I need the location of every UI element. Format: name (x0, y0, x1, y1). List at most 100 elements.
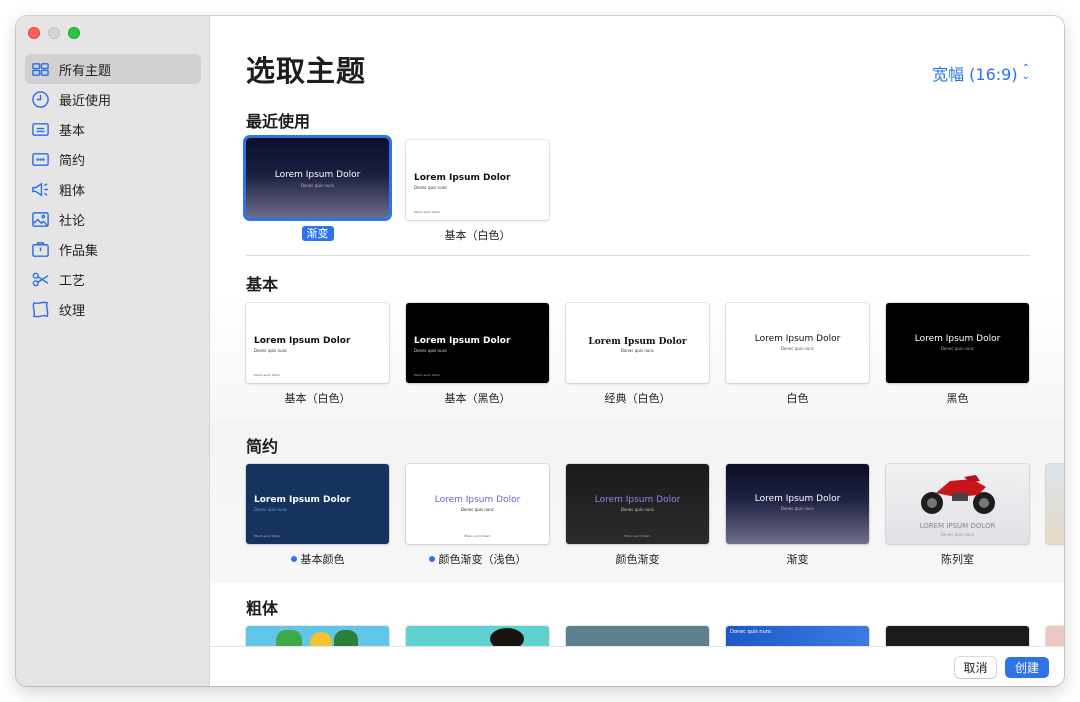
theme-thumbnail (566, 626, 709, 646)
thumb-title: Lorem Ipsum Dolor (414, 173, 511, 183)
sidebar-item-label: 作品集 (59, 243, 99, 259)
sidebar-item-all-themes[interactable]: 所有主题 (25, 54, 201, 84)
theme-label: 渐变 (786, 553, 809, 566)
theme-card-gradient[interactable]: Lorem Ipsum Dolor Donec quis nunc 渐变 (726, 464, 869, 567)
theme-label: 黑色 (946, 392, 969, 405)
rectangle-icon (30, 119, 50, 139)
thumb-footer: Etiam enim Diam (624, 534, 651, 538)
theme-label: 陈列室 (941, 553, 974, 566)
sidebar-item-minimal[interactable]: 简约 (25, 144, 201, 174)
theme-card-color-gradient[interactable]: Lorem Ipsum Dolor Donec quis nunc Etiam … (566, 464, 709, 567)
grid-icon (30, 59, 50, 79)
window-controls (28, 27, 80, 39)
zoom-window-button[interactable] (68, 27, 80, 39)
theme-thumbnail: Lorem Ipsum Dolor Donec quis nunc (246, 138, 389, 218)
sidebar-item-label: 粗体 (59, 183, 86, 199)
slide-size-popup[interactable]: 宽幅 (16:9) ⌃ ⌄ (932, 61, 1030, 85)
theme-thumbnail (406, 626, 549, 646)
theme-thumbnail: Donec quis nunc (726, 626, 869, 646)
thumb-subtitle: Donec quis nunc (620, 507, 655, 512)
theme-card-basic-black[interactable]: Lorem Ipsum Dolor Donec quis nunc Etiam … (406, 303, 549, 406)
footer-bar: 取消 创建 (210, 646, 1064, 686)
thumb-subtitle: Donec quis nunc (254, 348, 288, 353)
sidebar-item-editorial[interactable]: 社论 (25, 204, 201, 234)
theme-card-bold-partial[interactable] (1046, 626, 1064, 646)
section-title-basic: 基本 (246, 275, 279, 294)
thumb-title: Donec quis nunc (730, 629, 772, 635)
sidebar-item-label: 所有主题 (59, 63, 112, 79)
sidebar-list: 所有主题 最近使用 基本 简约 粗体 社论 作品集 工艺 纹理 (25, 54, 201, 324)
sidebar-item-label: 社论 (59, 213, 86, 229)
thumb-subtitle: Donec quis nunc (780, 506, 815, 511)
close-window-button[interactable] (28, 27, 40, 39)
thumb-subtitle: Donec quis nunc (940, 346, 975, 351)
sidebar-item-bold[interactable]: 粗体 (25, 174, 201, 204)
sidebar-item-label: 基本 (59, 123, 86, 139)
thumb-title: Lorem Ipsum Dolor (434, 495, 521, 505)
sidebar-item-craft[interactable]: 工艺 (25, 264, 201, 294)
theme-thumbnail: Lorem Ipsum Dolor Donec quis nunc (726, 303, 869, 383)
theme-card-bold-2[interactable] (406, 626, 549, 646)
theme-card-bold-3[interactable] (566, 626, 709, 646)
theme-card-showroom[interactable]: LOREM IPSUM DOLOR Donec quis nunc 陈列室 (886, 464, 1029, 567)
theme-card-basic-white[interactable]: Lorem Ipsum Dolor Donec quis nunc Etiam … (246, 303, 389, 406)
theme-thumbnail: Lorem Ipsum Dolor Donec quis nunc (726, 464, 869, 544)
theme-label: 颜色渐变 (615, 553, 660, 566)
theme-card-white[interactable]: Lorem Ipsum Dolor Donec quis nunc 白色 (726, 303, 869, 406)
theme-card-gradient-recent[interactable]: Lorem Ipsum Dolor Donec quis nunc 渐变 (246, 138, 389, 241)
theme-thumbnail: Lorem Ipsum Dolor Donec quis nunc Etiam … (246, 464, 389, 544)
theme-card-black[interactable]: Lorem Ipsum Dolor Donec quis nunc 黑色 (886, 303, 1029, 406)
theme-thumbnail: Lorem Ipsum Dolor Donec quis nunc Etiam … (406, 464, 549, 544)
thumb-title: Lorem Ipsum Dolor (754, 334, 841, 344)
theme-card-bold-5[interactable] (886, 626, 1029, 646)
thumb-title: Lorem Ipsum Dolor (274, 170, 361, 180)
sidebar-item-portfolio[interactable]: 作品集 (25, 234, 201, 264)
theme-card-color-gradient-light[interactable]: Lorem Ipsum Dolor Donec quis nunc Etiam … (406, 464, 549, 567)
thumb-title: Lorem Ipsum Dolor (254, 336, 351, 346)
theme-label: 基本（白色） (284, 392, 351, 405)
sidebar-item-basic[interactable]: 基本 (25, 114, 201, 144)
theme-gallery: 选取主题 宽幅 (16:9) ⌃ ⌄ 最近使用 Lorem Ipsum Dolor… (210, 16, 1064, 646)
thumb-subtitle: Donec quis nunc (780, 346, 815, 351)
thumb-footer: Etiam enim Diam (414, 210, 440, 214)
chevron-updown-icon: ⌃ ⌄ (1021, 63, 1030, 82)
thumb-title: Lorem Ipsum Dolor (254, 495, 351, 505)
sidebar-item-recent[interactable]: 最近使用 (25, 84, 201, 114)
thumb-title: Lorem Ipsum Dolor (414, 336, 511, 346)
section-title-bold: 粗体 (246, 599, 279, 618)
theme-card-bold-4[interactable]: Donec quis nunc (726, 626, 869, 646)
section-divider (246, 255, 1030, 256)
theme-thumbnail (246, 626, 389, 646)
badge-dot (428, 556, 435, 562)
thumb-title: Lorem Ipsum Dolor (588, 337, 687, 347)
theme-thumbnail: Lorem Ipsum Dolor Donec quis nunc Etiam … (246, 303, 389, 383)
minimize-window-button[interactable] (48, 27, 60, 39)
section-title-minimal: 简约 (246, 437, 279, 456)
theme-card-classic-white[interactable]: Lorem Ipsum Dolor Donec quis nunc 经典（白色） (566, 303, 709, 406)
section-bold: 粗体 Donec quis nunc (210, 583, 1064, 646)
thumb-title: Lorem Ipsum Dolor (914, 334, 1001, 344)
section-title-recent: 最近使用 (246, 112, 311, 131)
sidebar-item-texture[interactable]: 纹理 (25, 294, 201, 324)
thumb-subtitle: Donec quis nunc (940, 532, 975, 537)
thumb-subtitle: Donec quis nunc (300, 183, 335, 188)
thumb-subtitle: Donec quis nunc (620, 348, 655, 353)
create-button[interactable]: 创建 (1005, 657, 1049, 678)
theme-card-partial[interactable] (1046, 464, 1064, 544)
theme-thumbnail: Lorem Ipsum Dolor Donec quis nunc Etiam … (566, 464, 709, 544)
theme-thumbnail: Lorem Ipsum Dolor Donec quis nunc (566, 303, 709, 383)
theme-card-basic-color[interactable]: Lorem Ipsum Dolor Donec quis nunc Etiam … (246, 464, 389, 567)
theme-chooser-window: 所有主题 最近使用 基本 简约 粗体 社论 作品集 工艺 纹理 选取主题 宽幅 … (16, 16, 1064, 686)
theme-thumbnail (1046, 626, 1064, 646)
theme-thumbnail (1046, 464, 1064, 544)
theme-thumbnail: LOREM IPSUM DOLOR Donec quis nunc (886, 464, 1029, 544)
cancel-button[interactable]: 取消 (955, 657, 996, 678)
thumb-footer: Etiam enim Diam (464, 534, 491, 538)
theme-card-basic-white-recent[interactable]: Lorem Ipsum Dolor Donec quis nunc Etiam … (406, 140, 549, 243)
thumb-subtitle: Donec quis nunc (414, 185, 448, 190)
slide-size-label: 宽幅 (16:9) (932, 65, 1018, 84)
texture-icon (30, 299, 50, 319)
theme-label: 基本颜色 (246, 551, 389, 567)
theme-card-bold-1[interactable] (246, 626, 389, 646)
thumb-footer: Etiam enim Diam (414, 373, 440, 377)
